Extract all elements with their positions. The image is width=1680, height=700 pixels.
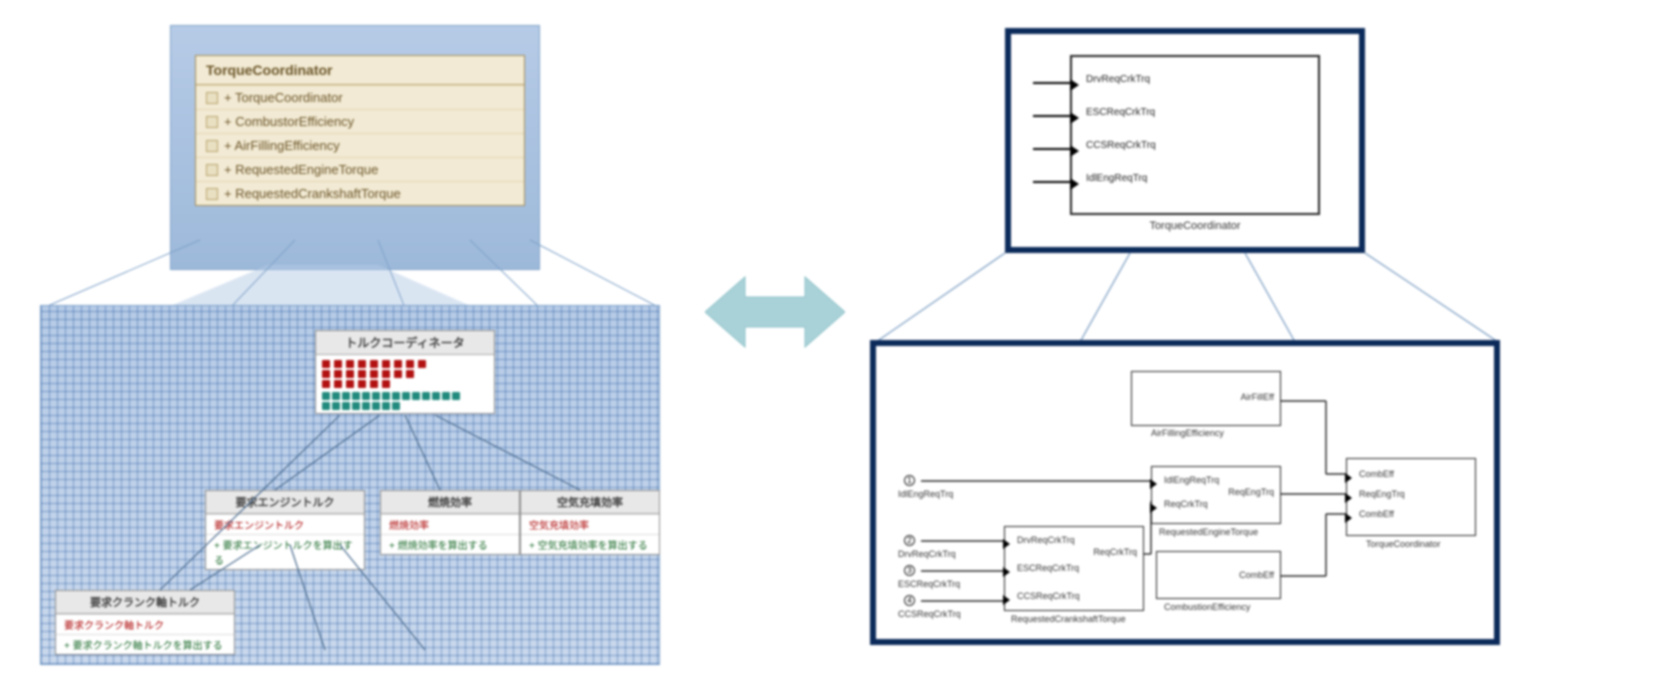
inport: 1 xyxy=(904,475,915,486)
block-coordinator: CombEff ReqEngTrq CombEff xyxy=(1346,458,1476,536)
bidirectional-arrow-icon xyxy=(705,265,845,360)
block-reqcrank: DrvReqCrkTrq ESCReqCrkTrq CCSReqCrkTrq R… xyxy=(1004,526,1144,611)
inport: 2 xyxy=(904,535,915,546)
simulink-top-block: DrvReqCrkTrq ESCReqCrkTrq CCSReqCrkTrq I… xyxy=(1070,55,1320,215)
right-bottom-panel: 1 IdlEngReqTrq 2 DrvReqCrkTrq 3 ESCReqCr… xyxy=(870,340,1500,645)
inport: 4 xyxy=(904,595,915,606)
block-combustion: CombEff xyxy=(1156,551,1281,599)
block-reqengine: IdlEngReqTrq ReqCrkTrq ReqEngTrq xyxy=(1151,466,1281,524)
block-airfilling: AirFillEff xyxy=(1131,371,1281,426)
left-tree-connectors xyxy=(40,305,660,665)
right-perspective-lines xyxy=(870,250,1510,350)
inport: 3 xyxy=(904,565,915,576)
simulink-top-label: TorqueCoordinator xyxy=(1070,220,1320,232)
